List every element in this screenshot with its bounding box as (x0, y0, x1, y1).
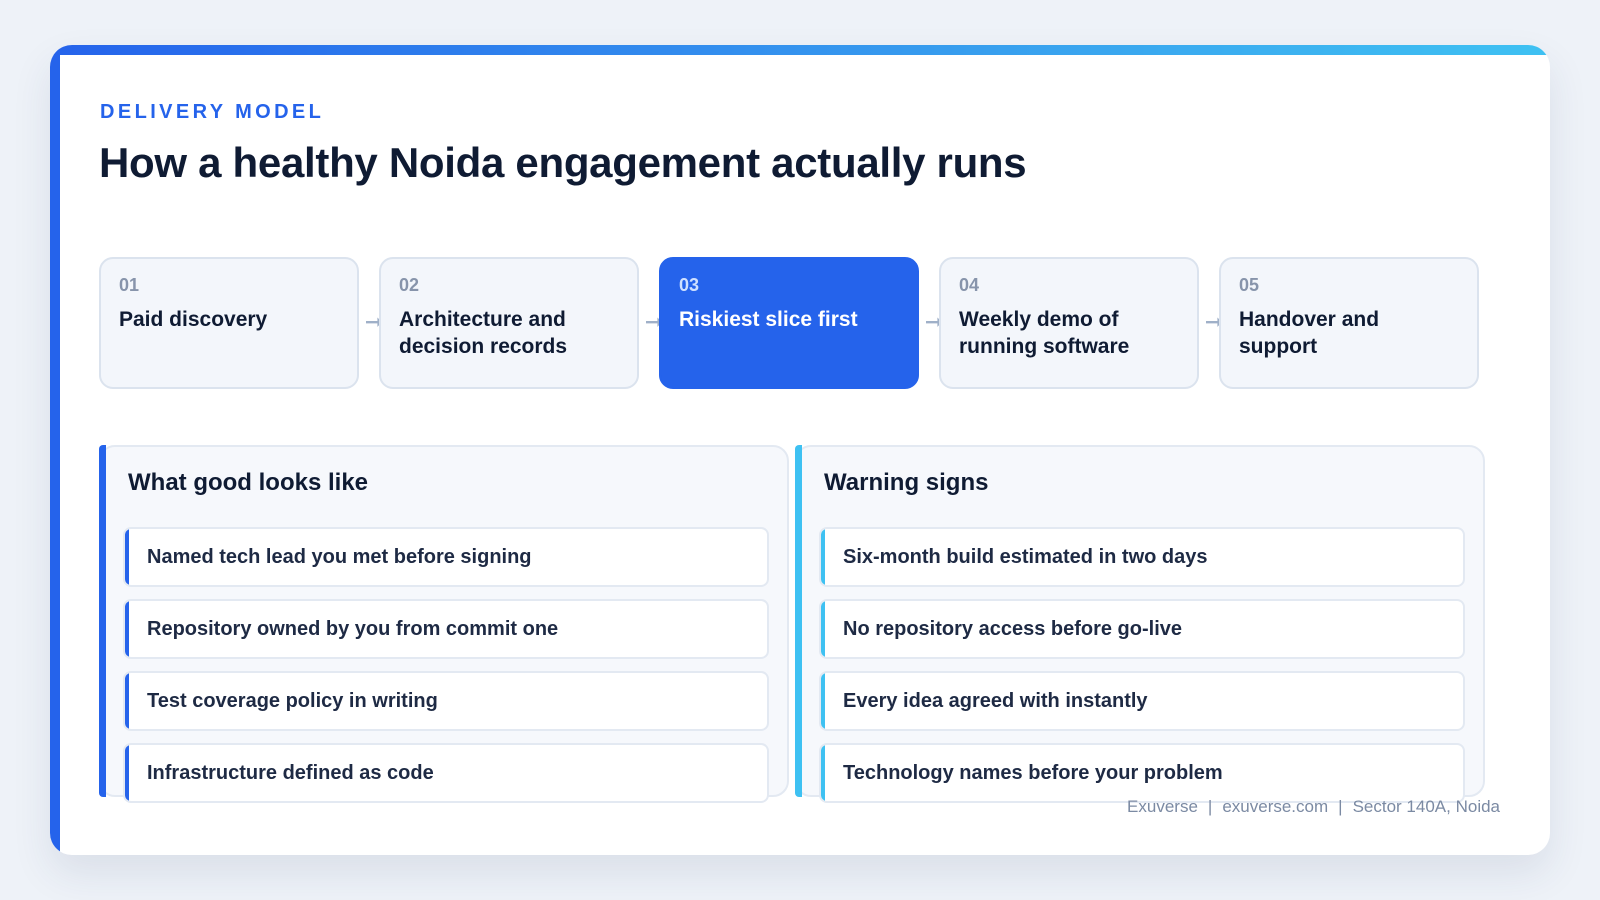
page-title: How a healthy Noida engagement actually … (99, 139, 1027, 186)
list-item: Six-month build estimated in two days (819, 527, 1465, 587)
list-item: Test coverage policy in writing (123, 671, 769, 731)
step-label: Architecture and decision records (399, 308, 568, 358)
step-label: Riskiest slice first (679, 308, 858, 331)
warning-signs-list: Six-month build estimated in two days No… (819, 527, 1465, 815)
list-item-text: Six-month build estimated in two days (843, 545, 1208, 568)
step-card-3-active: 03 Riskiest slice first (659, 257, 919, 389)
list-item-text: Test coverage policy in writing (147, 689, 438, 712)
item-accent-bar (125, 529, 129, 585)
step-label: Handover and support (1239, 308, 1380, 358)
list-item-text: Repository owned by you from commit one (147, 617, 559, 640)
step-number: 04 (959, 275, 980, 295)
footer-site: exuverse.com (1222, 797, 1329, 816)
panel-title: Warning signs (824, 469, 989, 496)
top-gradient-bar (50, 45, 1550, 55)
footer-separator: | (1207, 797, 1213, 816)
step-number: 02 (399, 275, 420, 295)
step-number: 05 (1239, 275, 1260, 295)
eyebrow-label: DELIVERY MODEL (100, 101, 325, 123)
item-accent-bar (821, 529, 825, 585)
panel-accent-bar (99, 445, 106, 797)
list-item-text: Every idea agreed with instantly (843, 689, 1148, 712)
step-card-5: 05 Handover and support (1219, 257, 1479, 389)
list-item-text: Named tech lead you met before signing (147, 545, 532, 568)
footer-brand: Exuverse (1127, 797, 1198, 816)
item-accent-bar (125, 673, 129, 729)
step-label: Weekly demo of running software (959, 308, 1130, 358)
footer-separator: | (1338, 797, 1343, 816)
good-signs-list: Named tech lead you met before signing R… (123, 527, 769, 815)
list-item: Named tech lead you met before signing (123, 527, 769, 587)
warning-signs-panel: Warning signs Six-month build estimated … (795, 445, 1485, 803)
item-accent-bar (821, 601, 825, 657)
item-accent-bar (821, 745, 825, 801)
process-steps: 01 Paid discovery ➞ 02 Architecture and … (99, 257, 1501, 389)
step-number: 03 (679, 275, 700, 295)
footer: Exuverse | exuverse.com | Sector 140A, Noida (1127, 797, 1500, 817)
list-item-text: Infrastructure defined as code (147, 761, 434, 784)
step-card-4: 04 Weekly demo of running software (939, 257, 1199, 389)
item-accent-bar (125, 601, 129, 657)
list-item: Every idea agreed with instantly (819, 671, 1465, 731)
list-item: No repository access before go-live (819, 599, 1465, 659)
list-item: Infrastructure defined as code (123, 743, 769, 803)
step-label: Paid discovery (119, 308, 268, 331)
item-accent-bar (821, 673, 825, 729)
good-signs-panel: What good looks like Named tech lead you… (99, 445, 789, 803)
slide-card: DELIVERY MODEL How a healthy Noida engag… (50, 45, 1550, 855)
footer-location: Sector 140A, Noida (1352, 797, 1500, 816)
list-item-text: Technology names before your problem (843, 761, 1223, 784)
step-card-2: 02 Architecture and decision records (379, 257, 639, 389)
panel-accent-bar (795, 445, 802, 797)
list-item: Repository owned by you from commit one (123, 599, 769, 659)
panel-title: What good looks like (128, 469, 369, 496)
step-card-1: 01 Paid discovery (99, 257, 359, 389)
step-number: 01 (119, 275, 140, 295)
item-accent-bar (125, 745, 129, 801)
list-item-text: No repository access before go-live (843, 617, 1183, 640)
list-item: Technology names before your problem (819, 743, 1465, 803)
left-accent-bar (50, 45, 60, 855)
